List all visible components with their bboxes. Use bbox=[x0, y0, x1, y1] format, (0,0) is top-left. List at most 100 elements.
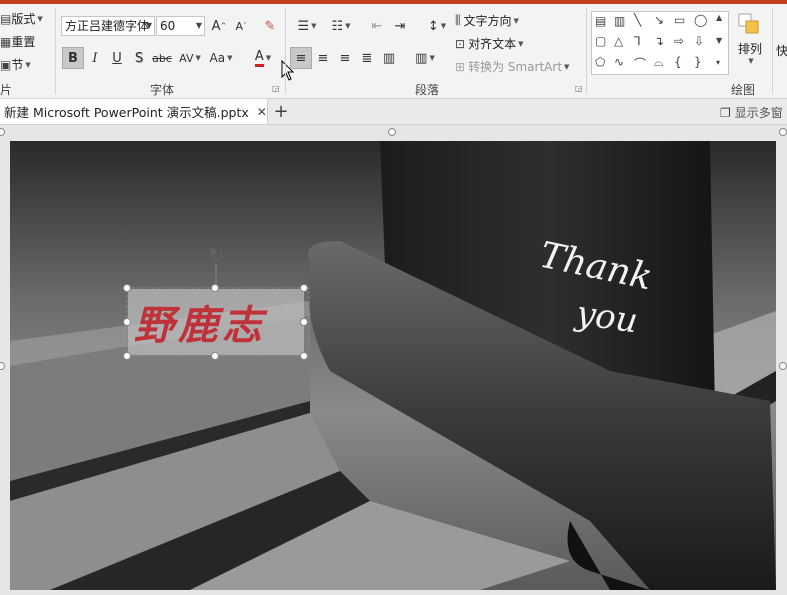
slide-resize-handle[interactable] bbox=[779, 362, 787, 370]
layout-icon: ▤ bbox=[0, 11, 12, 26]
arrange-icon bbox=[738, 13, 759, 34]
textbox-resize-handle[interactable] bbox=[123, 284, 131, 292]
rotate-handle-icon[interactable]: ↻ bbox=[205, 244, 227, 266]
align-right-button[interactable]: ≡ bbox=[334, 47, 356, 69]
triangle-shape-icon[interactable]: △ bbox=[614, 34, 623, 48]
font-size-combo[interactable]: 60 ▼ bbox=[156, 16, 205, 36]
align-text-label: 对齐文本 bbox=[468, 37, 517, 51]
align-center-button[interactable]: ≡ bbox=[312, 47, 334, 69]
strikethrough-button[interactable]: abc bbox=[150, 47, 174, 69]
text-direction-button[interactable]: ⫼ 文字方向 ▼ bbox=[455, 12, 519, 29]
character-spacing-button[interactable]: AV ▼ bbox=[175, 47, 205, 69]
paragraph-dialog-launcher-icon[interactable]: ◲ bbox=[575, 84, 583, 93]
shrink-font-button[interactable]: Aˇ bbox=[230, 15, 252, 37]
rounded-rect-shape-icon[interactable]: ▢ bbox=[595, 34, 606, 48]
font-color-icon: A bbox=[254, 49, 264, 67]
slide-resize-handle[interactable] bbox=[779, 128, 787, 136]
windows-icon: ❐ bbox=[720, 105, 731, 120]
arc-shape-icon[interactable]: ⌒ bbox=[634, 55, 646, 72]
reset-button[interactable]: ▦ 重置 bbox=[0, 33, 35, 50]
align-left-icon: ≡ bbox=[295, 50, 307, 66]
arrange-button[interactable]: 排列 ▼ bbox=[737, 12, 763, 65]
textbox-resize-handle[interactable] bbox=[211, 352, 219, 360]
align-right-icon: ≡ bbox=[339, 50, 351, 66]
group-divider bbox=[55, 8, 56, 94]
quick-styles-label: 快 bbox=[776, 44, 787, 58]
justify-button[interactable]: ≣ bbox=[356, 47, 378, 69]
down-arrow-shape-icon[interactable]: ⇩ bbox=[694, 34, 704, 48]
font-dialog-launcher-icon[interactable]: ◲ bbox=[272, 84, 280, 93]
elbow-connector-shape-icon[interactable]: ⅂ bbox=[634, 34, 641, 48]
left-brace-shape-icon[interactable]: { bbox=[674, 55, 682, 69]
convert-smartart-button[interactable]: ⊞ 转换为 SmartArt ▼ bbox=[455, 58, 569, 75]
grow-font-button[interactable]: A ^ bbox=[208, 15, 230, 37]
textbox-resize-handle[interactable] bbox=[123, 318, 131, 326]
textbox-resize-handle[interactable] bbox=[300, 352, 308, 360]
distributed-button[interactable]: ▥ bbox=[378, 47, 400, 69]
smartart-icon: ⊞ bbox=[455, 59, 466, 74]
chevron-down-icon: ▼ bbox=[518, 39, 524, 48]
increase-indent-button[interactable]: ⇥ bbox=[389, 15, 411, 37]
textbox-resize-handle[interactable] bbox=[300, 318, 308, 326]
bullet-list-icon: ☰ bbox=[297, 18, 310, 34]
chevron-down-icon: ▼ bbox=[195, 21, 202, 30]
columns-button[interactable]: ▥ ▼ bbox=[410, 47, 440, 69]
textbox-resize-handle[interactable] bbox=[123, 352, 131, 360]
right-brace-shape-icon[interactable]: } bbox=[694, 55, 702, 69]
line-spacing-button[interactable]: ↕ ▼ bbox=[422, 15, 452, 37]
line-shape-icon[interactable]: ╲ bbox=[634, 13, 641, 27]
slide-canvas[interactable]: Thank you bbox=[10, 141, 776, 590]
textbox-resize-handle[interactable] bbox=[211, 284, 219, 292]
document-tab-title: 新建 Microsoft PowerPoint 演示文稿.pptx bbox=[4, 105, 249, 120]
align-text-button[interactable]: ⊡ 对齐文本 ▼ bbox=[455, 35, 523, 52]
textbox-shape-icon[interactable]: ▤ bbox=[595, 14, 606, 28]
italic-icon: I bbox=[92, 50, 98, 66]
font-color-button[interactable]: A ▼ bbox=[248, 47, 278, 69]
arrange-label: 排列 bbox=[737, 42, 762, 56]
justify-icon: ≣ bbox=[361, 50, 373, 66]
document-tab[interactable]: 新建 Microsoft PowerPoint 演示文稿.pptx ✕ bbox=[0, 99, 268, 124]
slide-resize-handle[interactable] bbox=[388, 128, 396, 136]
section-icon: ▣ bbox=[0, 57, 12, 72]
new-tab-button[interactable]: + bbox=[270, 99, 292, 124]
pentagon-shape-icon[interactable]: ⬠ bbox=[595, 55, 605, 69]
freeform-shape-icon[interactable]: ∿ bbox=[614, 55, 624, 69]
more-shapes-icon[interactable]: ▾ bbox=[716, 58, 720, 67]
chevron-down-icon: ▼ bbox=[195, 54, 201, 62]
align-left-button[interactable]: ≡ bbox=[290, 47, 312, 69]
numbering-button[interactable]: ☷ ▼ bbox=[326, 15, 356, 37]
section-button[interactable]: ▣ 节 ▼ bbox=[0, 56, 31, 73]
underline-button[interactable]: U bbox=[106, 47, 128, 69]
oval-shape-icon[interactable]: ◯ bbox=[694, 13, 707, 27]
shapes-gallery[interactable]: ▤ ▥ ╲ ↘ ▭ ◯ ▢ △ ⅂ ↴ ⇨ ⇩ ⬠ ∿ ⌒ ⌓ { } ▲ ▼ … bbox=[591, 11, 729, 75]
bold-button[interactable]: B bbox=[62, 47, 84, 69]
curve-shape-icon[interactable]: ⌓ bbox=[654, 55, 664, 70]
text-shadow-button[interactable]: S bbox=[128, 47, 150, 69]
change-case-button[interactable]: Aa ▼ bbox=[206, 47, 236, 69]
quick-styles-button[interactable]: 快 bbox=[776, 42, 787, 59]
right-arrow-shape-icon[interactable]: ⇨ bbox=[674, 34, 684, 48]
show-windows-button[interactable]: ❐ 显示多窗 bbox=[720, 104, 783, 121]
decrease-indent-icon: ⇤ bbox=[371, 18, 383, 34]
italic-button[interactable]: I bbox=[84, 47, 106, 69]
close-tab-icon[interactable]: ✕ bbox=[257, 105, 267, 119]
scroll-down-icon[interactable]: ▼ bbox=[716, 36, 722, 45]
arrow-line-shape-icon[interactable]: ↘ bbox=[654, 13, 664, 27]
chevron-down-icon: ▼ bbox=[429, 54, 435, 62]
scroll-up-icon[interactable]: ▲ bbox=[716, 13, 722, 22]
bullets-button[interactable]: ☰ ▼ bbox=[292, 15, 322, 37]
smartart-label: 转换为 SmartArt bbox=[468, 60, 563, 74]
chevron-down-icon: ▼ bbox=[311, 22, 317, 30]
font-name-combo[interactable]: 方正吕建德字体 ▼ bbox=[61, 16, 155, 36]
elbow-arrow-shape-icon[interactable]: ↴ bbox=[654, 34, 664, 48]
clear-formatting-button[interactable]: ✎ bbox=[259, 15, 281, 37]
chevron-down-icon: ▼ bbox=[564, 62, 570, 71]
reset-icon: ▦ bbox=[0, 34, 12, 49]
align-text-icon: ⊡ bbox=[455, 36, 466, 51]
textbox-resize-handle[interactable] bbox=[300, 284, 308, 292]
layout-button[interactable]: ▤ 版式 ▼ bbox=[0, 10, 43, 27]
decrease-indent-button[interactable]: ⇤ bbox=[366, 15, 388, 37]
chevron-down-icon: ▼ bbox=[145, 21, 152, 30]
vertical-textbox-shape-icon[interactable]: ▥ bbox=[614, 14, 625, 28]
rectangle-shape-icon[interactable]: ▭ bbox=[674, 13, 685, 27]
